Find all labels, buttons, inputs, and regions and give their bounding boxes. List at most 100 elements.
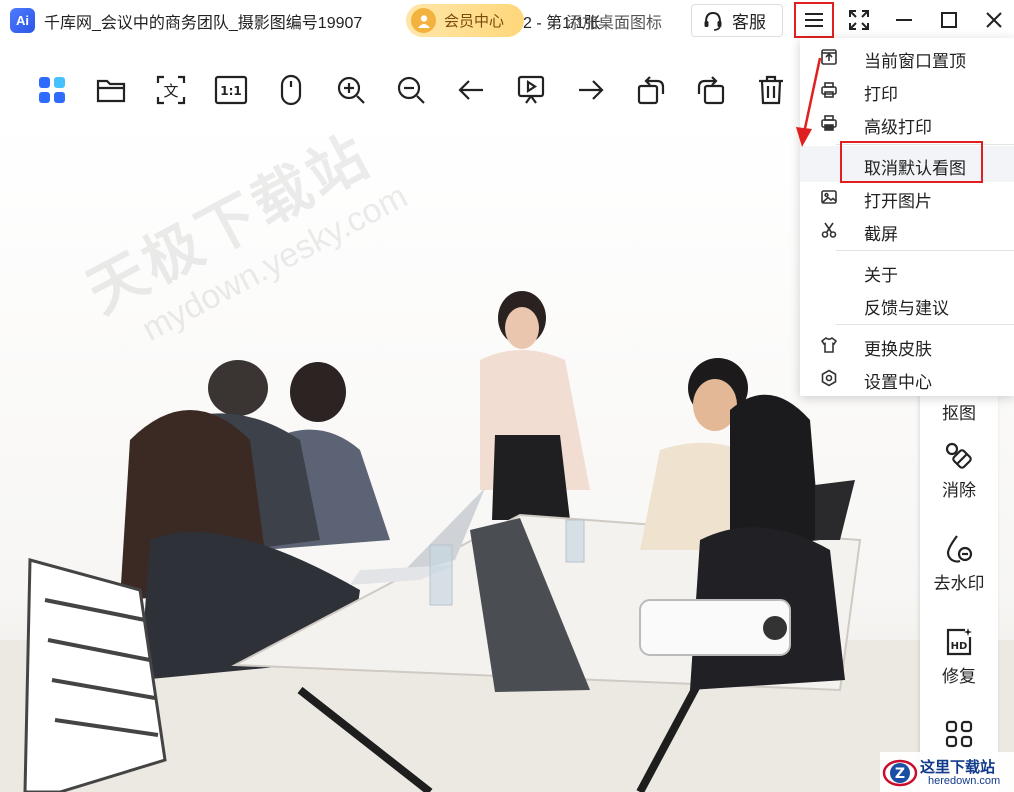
ocr-text-icon: 文 bbox=[156, 75, 186, 105]
actual-size-button[interactable]: 1:1 bbox=[213, 72, 249, 108]
rotate-right-button[interactable] bbox=[693, 72, 729, 108]
water-glass bbox=[429, 544, 453, 606]
title-bar: Ai 千库网_会议中的商务团队_摄影图编号19907 2 - 第1/1张 添加桌… bbox=[0, 0, 1014, 40]
delete-icon bbox=[759, 75, 783, 105]
slideshow-icon bbox=[517, 75, 545, 104]
close-button[interactable] bbox=[978, 5, 1010, 35]
ai-tools-panel: 抠图 消除 去水印 HD 修复 bbox=[920, 385, 998, 792]
menu-label: 高级打印 bbox=[864, 118, 932, 137]
menu-separator bbox=[836, 324, 1014, 325]
cutout-label: 抠图 bbox=[942, 404, 976, 423]
image-icon bbox=[821, 190, 837, 204]
svg-text:HD: HD bbox=[951, 641, 968, 652]
mouse-mode-button[interactable] bbox=[273, 72, 309, 108]
more-apps-icon bbox=[945, 720, 973, 748]
slideshow-button[interactable] bbox=[513, 72, 549, 108]
menu-item-feedback[interactable]: 反馈与建议 bbox=[800, 288, 1014, 320]
menu-item-open-image[interactable]: 打开图片 bbox=[800, 181, 1014, 213]
highlight-box bbox=[840, 141, 983, 183]
image-viewer-window: 天极下载站 mydown.yesky.com Ai 千库网_会议中的商务团队_摄… bbox=[0, 0, 1014, 792]
add-desktop-icon-link[interactable]: 添加桌面图标 bbox=[566, 9, 662, 33]
menu-item-about[interactable]: 关于 bbox=[800, 255, 1014, 287]
eraser-icon bbox=[945, 442, 972, 469]
maximize-icon bbox=[941, 12, 957, 28]
scissors-icon bbox=[821, 222, 837, 238]
projector bbox=[639, 599, 791, 656]
heredown-badge: Z 这里下载站 heredown.com bbox=[880, 752, 1014, 792]
mouse-icon bbox=[280, 74, 302, 106]
hamburger-menu-icon bbox=[805, 13, 823, 27]
rotate-right-icon bbox=[697, 76, 725, 105]
window-title: 千库网_会议中的商务团队_摄影图编号19907 bbox=[44, 15, 363, 32]
rotate-left-button[interactable] bbox=[633, 72, 669, 108]
menu-label: 当前窗口置顶 bbox=[864, 52, 966, 71]
apps-button[interactable] bbox=[34, 72, 70, 108]
previous-icon bbox=[458, 80, 483, 100]
zoom-in-icon bbox=[337, 76, 365, 104]
shirt-icon bbox=[820, 336, 838, 353]
cutout-tool[interactable]: 抠图 bbox=[920, 395, 998, 424]
heredown-logo-icon: Z bbox=[882, 759, 918, 787]
eraser-label: 消除 bbox=[942, 481, 976, 500]
badge-cn-text: 这里下载站 bbox=[920, 759, 996, 776]
zoom-out-button[interactable] bbox=[393, 72, 429, 108]
water-glass bbox=[565, 519, 585, 563]
menu-item-change-skin[interactable]: 更换皮肤 bbox=[800, 329, 1014, 361]
menu-label: 更换皮肤 bbox=[864, 340, 932, 359]
menu-label: 关于 bbox=[864, 266, 898, 285]
rotate-left-icon bbox=[637, 76, 665, 105]
fullscreen-icon bbox=[849, 10, 869, 30]
headset-icon bbox=[704, 11, 722, 31]
hd-repair-icon: HD bbox=[946, 628, 972, 656]
main-menu-dropdown: 当前窗口置顶 打印 高级打印 取消默认看图 打开图片 截屏 关于 反馈与建议 更… bbox=[800, 38, 1014, 396]
fullscreen-button[interactable] bbox=[843, 5, 875, 35]
badge-url-text: heredown.com bbox=[928, 775, 1001, 787]
zoom-out-icon bbox=[397, 76, 425, 104]
apps-icon bbox=[39, 77, 65, 103]
actual-size-glyph: 1:1 bbox=[220, 84, 242, 98]
zoom-in-button[interactable] bbox=[333, 72, 369, 108]
menu-label: 设置中心 bbox=[864, 373, 932, 392]
menu-label: 反馈与建议 bbox=[864, 299, 949, 318]
menu-item-print[interactable]: 打印 bbox=[800, 74, 1014, 106]
red-arrow-annotation bbox=[796, 57, 822, 147]
app-logo: Ai bbox=[10, 8, 35, 33]
menu-item-always-on-top[interactable]: 当前窗口置顶 bbox=[800, 41, 1014, 73]
vip-center-label: 会员中心 bbox=[444, 13, 505, 30]
menu-label: 打开图片 bbox=[864, 192, 932, 211]
ocr-text-button[interactable]: 文 bbox=[153, 72, 189, 108]
main-menu-button[interactable] bbox=[794, 2, 834, 38]
hd-repair-tool[interactable]: HD 修复 bbox=[920, 626, 998, 687]
menu-label: 打印 bbox=[864, 85, 898, 104]
customer-service-button[interactable]: 客服 bbox=[691, 4, 783, 37]
maximize-button[interactable] bbox=[933, 5, 965, 35]
settings-icon bbox=[821, 369, 837, 387]
minimize-icon bbox=[896, 19, 912, 21]
close-icon bbox=[986, 12, 1002, 28]
eraser-tool[interactable]: 消除 bbox=[920, 440, 998, 501]
minimize-button[interactable] bbox=[888, 5, 920, 35]
more-tools[interactable] bbox=[920, 719, 998, 749]
menu-item-settings[interactable]: 设置中心 bbox=[800, 362, 1014, 394]
hd-repair-label: 修复 bbox=[942, 667, 976, 686]
menu-item-advanced-print[interactable]: 高级打印 bbox=[800, 107, 1014, 139]
next-image-button[interactable] bbox=[573, 72, 609, 108]
vip-center-button[interactable]: 会员中心 bbox=[406, 4, 524, 37]
delete-button[interactable] bbox=[753, 72, 789, 108]
ocr-glyph: 文 bbox=[163, 82, 178, 100]
previous-image-button[interactable] bbox=[453, 72, 489, 108]
menu-item-screenshot[interactable]: 截屏 bbox=[800, 214, 1014, 246]
user-avatar-icon bbox=[411, 8, 436, 33]
actual-size-icon: 1:1 bbox=[214, 75, 248, 105]
badge-letter: Z bbox=[895, 766, 905, 782]
menu-separator bbox=[836, 250, 1014, 251]
folder-icon bbox=[96, 79, 126, 103]
remove-watermark-icon bbox=[946, 535, 973, 563]
remove-watermark-tool[interactable]: 去水印 bbox=[920, 533, 998, 594]
toolbar: 文 1:1 bbox=[0, 60, 800, 120]
remove-watermark-label: 去水印 bbox=[933, 574, 985, 593]
next-icon bbox=[579, 80, 604, 100]
menu-label: 截屏 bbox=[864, 225, 898, 244]
open-folder-button[interactable] bbox=[93, 72, 129, 108]
customer-service-label: 客服 bbox=[732, 13, 766, 32]
